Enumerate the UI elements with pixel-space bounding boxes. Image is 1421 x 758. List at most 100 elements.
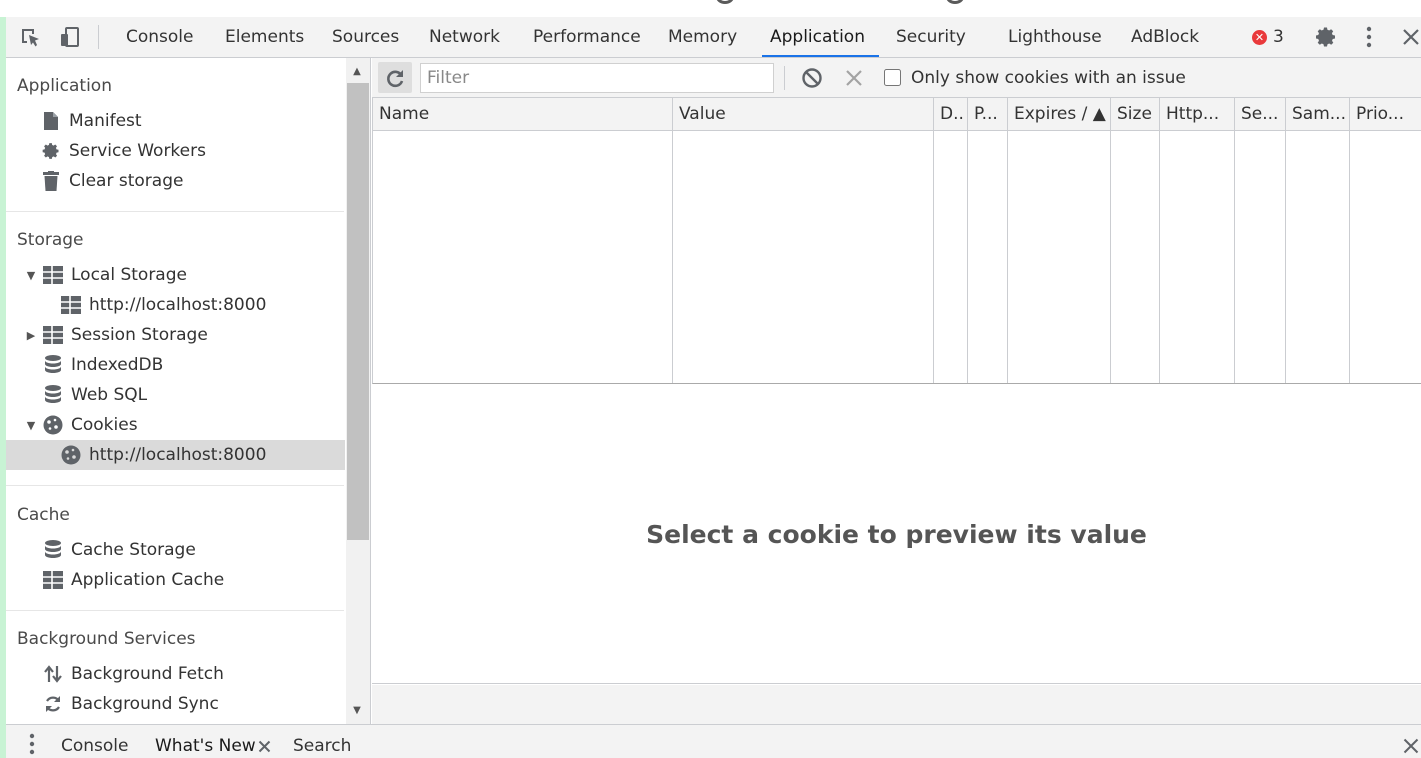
- sidebar-item-local-storage[interactable]: ▼ Local Storage: [27, 260, 187, 290]
- sidebar-item-background-fetch[interactable]: Background Fetch: [42, 659, 224, 689]
- sidebar-item-local-storage-localhost[interactable]: http://localhost:8000: [60, 290, 266, 320]
- scroll-up-arrow-icon[interactable]: ▲: [351, 66, 363, 77]
- table-header: Name Value D.. P... Expires / ▲ Size Htt…: [373, 98, 1421, 131]
- expand-triangle-down-icon[interactable]: ▼: [25, 419, 37, 432]
- drawer-tab-console[interactable]: Console: [61, 725, 129, 758]
- sidebar-item-cookies[interactable]: ▼ Cookies: [27, 410, 138, 440]
- inspect-element-icon[interactable]: [18, 25, 42, 49]
- error-counter[interactable]: ✕ 3: [1252, 17, 1284, 57]
- tab-memory[interactable]: Memory: [668, 17, 737, 57]
- tab-network[interactable]: Network: [429, 17, 500, 57]
- sidebar-item-cookies-localhost[interactable]: http://localhost:8000: [60, 440, 266, 470]
- sidebar-item-service-workers[interactable]: Service Workers: [40, 136, 206, 166]
- column-divider[interactable]: [967, 98, 968, 383]
- main-toolbar: Console Elements Sources Network Perform…: [6, 17, 1421, 58]
- tab-security[interactable]: Security: [896, 17, 966, 57]
- tab-performance[interactable]: Performance: [533, 17, 641, 57]
- column-header-domain[interactable]: D..: [934, 98, 967, 130]
- sidebar-item-label: Background Sync: [71, 694, 219, 714]
- sidebar-item-application-cache[interactable]: Application Cache: [42, 565, 224, 595]
- table-icon: [42, 569, 64, 591]
- drawer-tab-whats-new[interactable]: What's New: [155, 725, 256, 758]
- device-toolbar-icon[interactable]: [58, 25, 82, 49]
- column-divider[interactable]: [1007, 98, 1008, 383]
- scroll-down-arrow-icon[interactable]: ▼: [351, 705, 363, 716]
- cookie-table: Name Value D.. P... Expires / ▲ Size Htt…: [372, 98, 1421, 384]
- column-header-value[interactable]: Value: [673, 98, 933, 130]
- column-divider[interactable]: [1110, 98, 1111, 383]
- table-icon: [42, 264, 64, 286]
- cookie-filter-input[interactable]: [420, 63, 774, 93]
- application-sidebar: Application Manifest Service Workers Cle…: [6, 58, 346, 724]
- page-fragment: [716, 0, 734, 4]
- tab-application[interactable]: Application: [770, 17, 865, 57]
- toolbar-separator: [98, 25, 99, 49]
- column-header-samesite[interactable]: Sam...: [1286, 98, 1349, 130]
- column-header-priority[interactable]: Prio...: [1350, 98, 1421, 130]
- close-devtools-icon[interactable]: [1399, 25, 1421, 49]
- column-header-httponly[interactable]: Http...: [1160, 98, 1234, 130]
- tab-adblock[interactable]: AdBlock: [1131, 17, 1199, 57]
- section-heading-application: Application: [17, 76, 112, 96]
- sidebar-item-cache-storage[interactable]: Cache Storage: [42, 535, 196, 565]
- more-options-icon[interactable]: [1357, 25, 1381, 49]
- sidebar-item-background-sync[interactable]: Background Sync: [42, 689, 219, 719]
- cookie-icon: [60, 444, 82, 466]
- tab-sources[interactable]: Sources: [332, 17, 399, 57]
- toolbar-separator: [784, 66, 785, 90]
- sidebar-item-session-storage[interactable]: ▶ Session Storage: [27, 320, 208, 350]
- sidebar-item-manifest[interactable]: Manifest: [40, 106, 142, 136]
- error-icon: ✕: [1252, 29, 1267, 45]
- sidebar-item-label: Background Fetch: [71, 664, 224, 684]
- refresh-cookies-button[interactable]: [378, 62, 412, 93]
- sidebar-item-label: Web SQL: [71, 385, 148, 405]
- tab-console[interactable]: Console: [126, 17, 194, 57]
- sidebar-item-label: Cache Storage: [71, 540, 196, 560]
- column-divider[interactable]: [1159, 98, 1160, 383]
- page-fragment: [946, 0, 964, 4]
- column-divider[interactable]: [1234, 98, 1235, 383]
- preview-placeholder-message: Select a cookie to preview its value: [646, 520, 1147, 549]
- tab-lighthouse[interactable]: Lighthouse: [1008, 17, 1102, 57]
- cookie-preview-pane: Select a cookie to preview its value: [372, 385, 1421, 684]
- scrollbar-thumb[interactable]: [347, 83, 369, 540]
- error-count-label: 3: [1273, 27, 1284, 47]
- column-header-size[interactable]: Size: [1111, 98, 1159, 130]
- column-header-name[interactable]: Name: [373, 98, 672, 130]
- inspected-page-strip: [0, 0, 1421, 17]
- table-icon: [60, 294, 82, 316]
- sidebar-scrollbar[interactable]: ▲ ▼: [346, 58, 371, 724]
- column-divider[interactable]: [1349, 98, 1350, 383]
- drawer-tab-search[interactable]: Search: [293, 725, 351, 758]
- drawer-menu-icon[interactable]: [20, 732, 44, 756]
- close-tab-icon[interactable]: [254, 734, 274, 758]
- trash-icon: [40, 170, 62, 192]
- section-divider: [6, 485, 344, 486]
- column-divider[interactable]: [1285, 98, 1286, 383]
- sidebar-item-web-sql[interactable]: Web SQL: [42, 380, 147, 410]
- sidebar-item-label: Cookies: [71, 415, 138, 435]
- clear-all-cookies-icon[interactable]: [800, 66, 824, 90]
- gear-icon: [40, 140, 62, 162]
- section-divider: [6, 211, 344, 212]
- only-issues-checkbox[interactable]: [884, 69, 901, 86]
- close-drawer-icon[interactable]: [1399, 734, 1421, 758]
- delete-selected-cookie-icon[interactable]: [842, 66, 866, 90]
- settings-gear-icon[interactable]: [1314, 25, 1338, 49]
- column-divider[interactable]: [933, 98, 934, 383]
- column-header-path[interactable]: P...: [968, 98, 1007, 130]
- database-icon: [42, 354, 64, 376]
- cookie-icon: [42, 414, 64, 436]
- sidebar-item-indexeddb[interactable]: IndexedDB: [42, 350, 163, 380]
- expand-triangle-right-icon[interactable]: ▶: [25, 329, 37, 342]
- sidebar-item-label: Service Workers: [69, 141, 206, 161]
- sidebar-item-clear-storage[interactable]: Clear storage: [40, 166, 183, 196]
- tab-elements[interactable]: Elements: [225, 17, 304, 57]
- table-icon: [42, 324, 64, 346]
- sidebar-item-label: Local Storage: [71, 265, 187, 285]
- sidebar-item-label: http://localhost:8000: [89, 295, 267, 315]
- column-header-secure[interactable]: Se...: [1235, 98, 1285, 130]
- expand-triangle-down-icon[interactable]: ▼: [25, 269, 37, 282]
- column-divider[interactable]: [672, 98, 673, 383]
- column-header-expires[interactable]: Expires / ▲: [1008, 98, 1110, 130]
